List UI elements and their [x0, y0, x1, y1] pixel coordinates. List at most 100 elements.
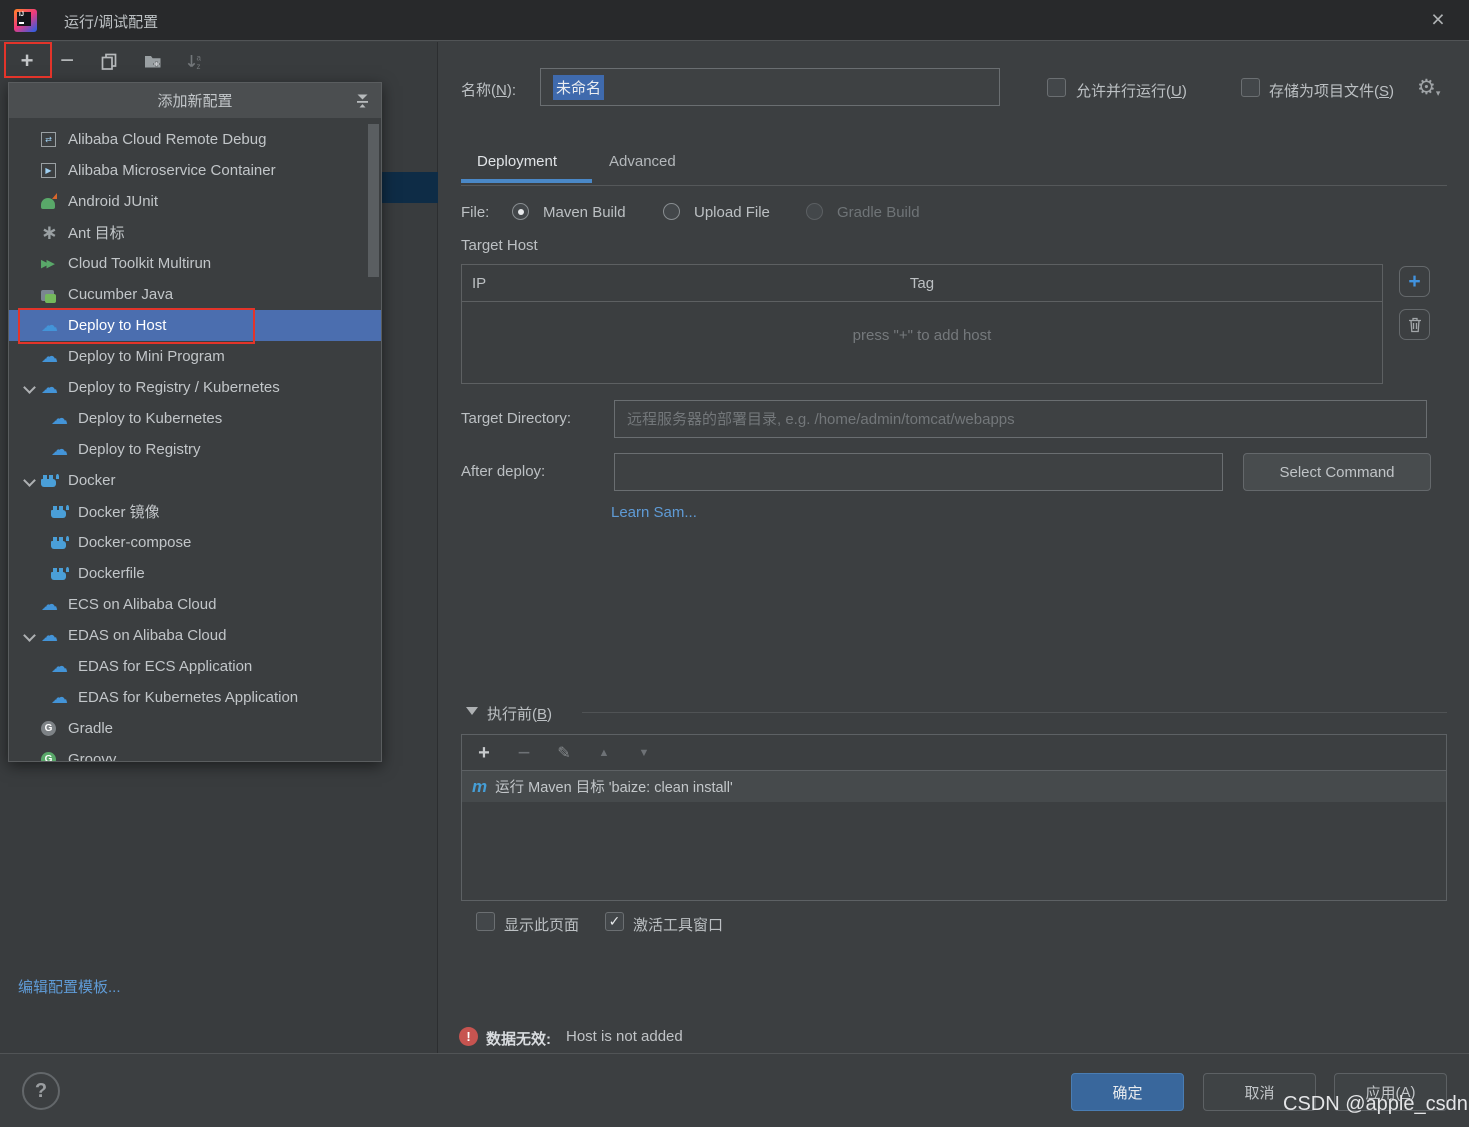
- config-type-ant-目标[interactable]: ∗Ant 目标: [9, 217, 381, 248]
- target-directory-label: Target Directory:: [461, 410, 571, 427]
- config-type-groovy[interactable]: GGroovy: [9, 744, 381, 762]
- config-type-label: EDAS for ECS Application: [78, 658, 252, 675]
- config-type-ecs-on-alibaba-cloud[interactable]: ☁ECS on Alibaba Cloud: [9, 589, 381, 620]
- upload-file-label[interactable]: Upload File: [694, 204, 770, 221]
- host-table-placeholder: press "+" to add host: [462, 327, 1382, 344]
- show-this-page-checkbox[interactable]: [476, 912, 495, 931]
- config-type-dockerfile[interactable]: Dockerfile: [9, 558, 381, 589]
- docker-icon: [51, 534, 71, 552]
- config-type-alibaba-cloud-remote-debug[interactable]: ⇄ Alibaba Cloud Remote Debug: [9, 124, 381, 155]
- edit-configuration-templates-link[interactable]: 编辑配置模板...: [18, 976, 121, 997]
- task-label: 运行 Maven 目标 'baize: clean install': [495, 776, 733, 797]
- maven-build-label[interactable]: Maven Build: [543, 204, 626, 221]
- config-type-alibaba-microservice-container[interactable]: ▶Alibaba Microservice Container: [9, 155, 381, 186]
- chevron-down-icon[interactable]: [21, 473, 41, 489]
- config-type-deploy-to-kubernetes[interactable]: ☁Deploy to Kubernetes: [9, 403, 381, 434]
- chevron-placeholder: [21, 256, 41, 272]
- before-launch-task-row[interactable]: m 运行 Maven 目标 'baize: clean install': [462, 771, 1446, 802]
- config-type-label: Deploy to Registry / Kubernetes: [68, 379, 280, 396]
- popup-scrollbar[interactable]: [368, 124, 379, 277]
- config-type-label: Dockerfile: [78, 565, 145, 582]
- cloud-icon: ☁: [41, 627, 61, 645]
- column-header-tag: Tag: [462, 275, 1382, 292]
- add-task-icon[interactable]: +: [472, 741, 496, 765]
- move-up-icon[interactable]: ▲: [592, 741, 616, 765]
- config-type-docker-compose[interactable]: Docker-compose: [9, 527, 381, 558]
- remote-debug-icon: ⇄: [41, 131, 61, 149]
- chevron-placeholder: [21, 752, 41, 763]
- tab-advanced[interactable]: Advanced: [609, 153, 676, 170]
- move-down-icon[interactable]: ▼: [632, 741, 656, 765]
- remove-configuration-button[interactable]: −: [54, 49, 80, 73]
- chevron-down-icon[interactable]: [21, 380, 41, 396]
- gradle-icon: G: [41, 720, 61, 738]
- chevron-placeholder: [21, 318, 41, 334]
- maven-icon: m: [472, 777, 487, 797]
- maven-build-radio[interactable]: [512, 203, 529, 220]
- activate-tool-window-checkbox[interactable]: ✓: [605, 912, 624, 931]
- collapse-all-icon[interactable]: [355, 93, 370, 108]
- before-launch-task-list: m 运行 Maven 目标 'baize: clean install': [462, 771, 1446, 802]
- chevron-down-icon[interactable]: [21, 628, 41, 644]
- copy-configuration-icon[interactable]: [96, 49, 122, 73]
- configurations-toolbar: + − az: [0, 42, 437, 80]
- chevron-placeholder: [31, 442, 51, 458]
- config-type-label: ECS on Alibaba Cloud: [68, 596, 216, 613]
- config-type-label: Gradle: [68, 720, 113, 737]
- config-type-cucumber-java[interactable]: Cucumber Java: [9, 279, 381, 310]
- config-type-deploy-to-registry[interactable]: ☁Deploy to Registry: [9, 434, 381, 465]
- config-type-android-junit[interactable]: Android JUnit: [9, 186, 381, 217]
- help-button[interactable]: ?: [22, 1072, 60, 1110]
- file-label: File:: [461, 204, 489, 221]
- add-host-button[interactable]: +: [1399, 266, 1430, 297]
- config-type-deploy-to-mini-program[interactable]: ☁Deploy to Mini Program: [9, 341, 381, 372]
- close-icon[interactable]: ×: [1423, 5, 1453, 35]
- intellij-logo-icon: IJ: [14, 9, 37, 32]
- edit-task-icon[interactable]: ✎: [552, 741, 576, 765]
- delete-host-button[interactable]: [1399, 309, 1430, 340]
- config-type-label: Deploy to Registry: [78, 441, 201, 458]
- run-debug-configurations-dialog: IJ 运行/调试配置 × + − az 添加新配置 ⇄Aliba: [0, 0, 1469, 1127]
- host-table[interactable]: IP Tag press "+" to add host: [461, 264, 1383, 384]
- after-deploy-input[interactable]: [614, 453, 1223, 491]
- tab-deployment[interactable]: Deployment: [477, 153, 557, 170]
- gradle-build-radio[interactable]: [806, 203, 823, 220]
- config-type-docker-镜像[interactable]: Docker 镜像: [9, 496, 381, 527]
- before-launch-panel: + − ✎ ▲ ▼ m 运行 Maven 目标 'baize: clean ins…: [461, 734, 1447, 901]
- groovy-icon: G: [41, 751, 61, 763]
- config-type-docker[interactable]: Docker: [9, 465, 381, 496]
- before-launch-collapse-icon[interactable]: [466, 707, 478, 715]
- watermark: CSDN @apple_csdn: [1283, 1093, 1468, 1116]
- name-input[interactable]: 未命名: [540, 68, 1000, 106]
- chevron-placeholder: [31, 504, 51, 520]
- allow-parallel-run-checkbox[interactable]: [1047, 78, 1066, 97]
- config-type-edas-on-alibaba-cloud[interactable]: ☁EDAS on Alibaba Cloud: [9, 620, 381, 651]
- config-type-deploy-to-registry-kubernetes[interactable]: ☁Deploy to Registry / Kubernetes: [9, 372, 381, 403]
- tabs-separator: [461, 185, 1447, 186]
- svg-text:z: z: [196, 62, 200, 70]
- config-type-label: Alibaba Cloud Remote Debug: [68, 131, 266, 148]
- select-command-button[interactable]: Select Command: [1243, 453, 1431, 491]
- store-as-project-file-checkbox[interactable]: [1241, 78, 1260, 97]
- config-type-label: Ant 目标: [68, 222, 125, 243]
- add-configuration-button[interactable]: +: [14, 49, 40, 73]
- cloud-icon: ☁: [41, 317, 61, 335]
- config-type-edas-for-kubernetes-application[interactable]: ☁EDAS for Kubernetes Application: [9, 682, 381, 713]
- config-type-cloud-toolkit-multirun[interactable]: ▶▶Cloud Toolkit Multirun: [9, 248, 381, 279]
- upload-file-radio[interactable]: [663, 203, 680, 220]
- config-type-gradle[interactable]: G Gradle: [9, 713, 381, 744]
- store-as-project-file-label: 存储为项目文件(S): [1269, 80, 1394, 101]
- config-type-label: Deploy to Mini Program: [68, 348, 225, 365]
- config-type-deploy-to-host[interactable]: ☁Deploy to Host: [9, 310, 381, 341]
- gear-icon[interactable]: ⚙▾: [1417, 75, 1440, 100]
- target-directory-input[interactable]: [614, 400, 1427, 438]
- title-bar: IJ 运行/调试配置 ×: [0, 0, 1469, 41]
- remove-task-icon[interactable]: −: [512, 741, 536, 765]
- chevron-placeholder: [31, 566, 51, 582]
- target-host-label: Target Host: [461, 237, 538, 254]
- new-folder-icon[interactable]: [139, 49, 167, 73]
- learn-sample-link[interactable]: Learn Sam...: [611, 504, 697, 521]
- ok-button[interactable]: 确定: [1071, 1073, 1184, 1111]
- config-type-edas-for-ecs-application[interactable]: ☁EDAS for ECS Application: [9, 651, 381, 682]
- sort-alphabetically-icon[interactable]: az: [181, 49, 209, 73]
